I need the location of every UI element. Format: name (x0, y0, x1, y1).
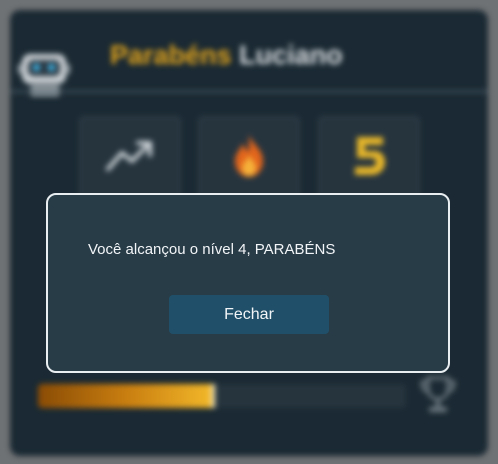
number-five-icon (355, 137, 385, 175)
level-progress-bar (38, 384, 406, 408)
modal-message: Você alcançou o nível 4, PARABÉNS (88, 241, 336, 258)
fire-icon (235, 135, 263, 177)
trophy-icon (420, 376, 456, 412)
congrats-word: Parabéns (110, 40, 232, 70)
trending-up-icon (106, 141, 152, 171)
header-divider (10, 90, 488, 93)
close-button[interactable]: Fechar (169, 295, 329, 334)
progress-marker (211, 384, 215, 408)
page-title: Parabéns Luciano (110, 40, 430, 80)
progress-fill (38, 384, 215, 408)
user-name: Luciano (239, 40, 343, 70)
level-up-modal: Você alcançou o nível 4, PARABÉNS Fechar (46, 193, 450, 373)
